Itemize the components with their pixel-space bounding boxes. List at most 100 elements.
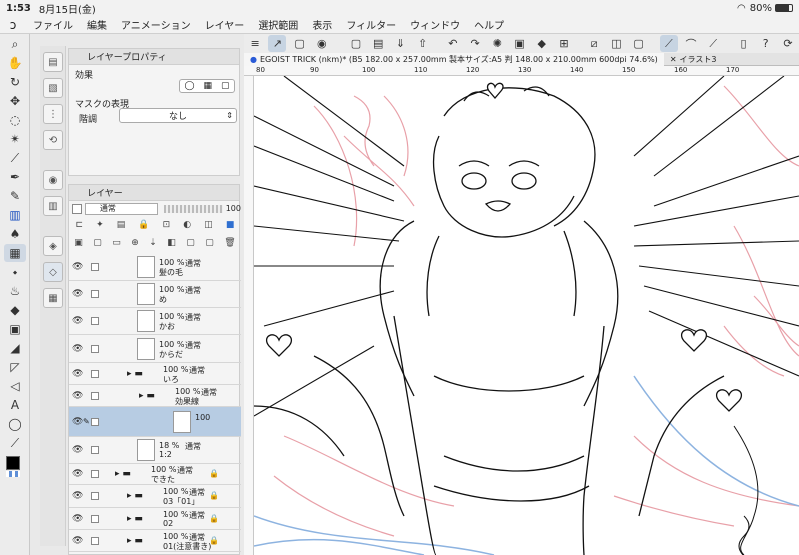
quick-access-icon[interactable]: ↗ bbox=[268, 35, 287, 52]
layer-row[interactable]: 👁 ▸ ▬ 100 % 通常 効果線 bbox=[69, 385, 241, 407]
layer-row[interactable]: 👁 ▸ ▬ 100 % 通常 できた 🔒 bbox=[69, 464, 241, 485]
text-tool-icon[interactable]: A bbox=[4, 396, 26, 414]
menu-animation[interactable]: アニメーション bbox=[114, 17, 198, 32]
menu-layer[interactable]: レイヤー bbox=[198, 17, 252, 32]
fill-tool-icon[interactable]: ♨ bbox=[4, 282, 26, 300]
undo-icon[interactable]: ↶ bbox=[444, 35, 462, 52]
menu-window[interactable]: ウィンドウ bbox=[403, 17, 467, 32]
transfer-icon[interactable]: ⇣ bbox=[149, 238, 157, 248]
line-thin-icon[interactable]: ⟋ bbox=[704, 35, 722, 52]
clip-icon[interactable]: ⊏ bbox=[76, 220, 84, 230]
visibility-eye-icon[interactable]: 👁 bbox=[72, 514, 83, 524]
lock-icon[interactable]: 🔒 bbox=[209, 536, 219, 545]
reference-icon[interactable]: ✦ bbox=[96, 220, 104, 230]
app-logo-icon[interactable]: ↄ bbox=[0, 18, 26, 32]
layer-check-box[interactable] bbox=[91, 370, 99, 378]
visibility-eye-icon[interactable]: 👁 bbox=[72, 369, 83, 379]
visibility-eye-icon[interactable]: 👁 bbox=[72, 391, 83, 401]
lasso-tool-icon[interactable]: ◌ bbox=[4, 111, 26, 129]
magic-wand-tool-icon[interactable]: ✴ bbox=[4, 130, 26, 148]
selection-frame-icon[interactable]: ▢ bbox=[630, 35, 648, 52]
move-tool-icon[interactable]: ✥ bbox=[4, 92, 26, 110]
effect-color-icon[interactable]: ▢ bbox=[221, 81, 230, 91]
effect-buttons[interactable]: ◯ ▦ ▢ bbox=[179, 79, 235, 93]
color-set-icon[interactable]: ▥ bbox=[43, 196, 63, 216]
lock-icon[interactable]: 🔒 bbox=[209, 491, 219, 500]
tone-select[interactable]: なし ⇕ bbox=[119, 108, 237, 123]
fill-icon[interactable]: ◆ bbox=[533, 35, 551, 52]
color-icon[interactable]: ■ bbox=[226, 220, 235, 230]
layer-row[interactable]: 👁 ▸ ▬ 100 % 通常 02 🔒 bbox=[69, 508, 241, 530]
visibility-eye-icon[interactable]: 👁 bbox=[72, 289, 83, 299]
opacity-slider[interactable] bbox=[163, 204, 223, 213]
layer-row[interactable]: 👁 18 % 通常 1:2 bbox=[69, 437, 241, 464]
figure-tool-icon[interactable]: ◢ bbox=[4, 339, 26, 357]
gradient-tool-icon[interactable]: ▣ bbox=[4, 320, 26, 338]
airbrush-tool-icon[interactable]: ♠ bbox=[4, 225, 26, 243]
tab-illust3[interactable]: ✕ イラスト3 bbox=[664, 53, 723, 66]
layer-color-box[interactable] bbox=[72, 203, 82, 214]
menu-help[interactable]: ヘルプ bbox=[467, 17, 511, 32]
duplicate-icon[interactable]: ▢ bbox=[205, 238, 214, 248]
sub-color-swatch[interactable] bbox=[6, 471, 20, 477]
crop-icon[interactable]: ⊞ bbox=[555, 35, 573, 52]
opacity-value[interactable]: 100 bbox=[226, 204, 241, 213]
layer-check-box[interactable] bbox=[91, 418, 99, 426]
layer-check-box[interactable] bbox=[91, 446, 99, 454]
blend-mode-select[interactable]: 通常 bbox=[84, 202, 158, 215]
material-icon[interactable]: ▦ bbox=[43, 288, 63, 308]
layer-row[interactable]: 👁 100 % 通常め bbox=[69, 281, 241, 308]
view-icon[interactable]: ◉ bbox=[313, 35, 331, 52]
export-icon[interactable]: ⇧ bbox=[414, 35, 432, 52]
lock-icon[interactable]: 🔒 bbox=[209, 514, 219, 523]
brush-size-bar-icon[interactable]: ▢ bbox=[290, 35, 308, 52]
visibility-eye-icon[interactable]: 👁 bbox=[72, 469, 83, 479]
decoration-tool-icon[interactable]: ▦ bbox=[4, 244, 26, 262]
main-color-swatch[interactable] bbox=[6, 456, 20, 470]
layer-row[interactable]: 👁 ▸ ▬ 100 % 通常 いろ bbox=[69, 363, 241, 385]
invert-selection-icon[interactable]: ◫ bbox=[607, 35, 625, 52]
balloon-tool-icon[interactable]: ◯ bbox=[4, 415, 26, 433]
line-curve-icon[interactable]: ⌒ bbox=[682, 35, 700, 52]
menu-filter[interactable]: フィルター bbox=[339, 17, 403, 32]
layer-check-box[interactable] bbox=[91, 317, 99, 325]
visibility-eye-icon[interactable]: 👁 bbox=[72, 316, 83, 326]
layer-check-box[interactable] bbox=[91, 290, 99, 298]
link-icon[interactable]: ⊕ bbox=[131, 238, 139, 248]
mask-icon[interactable]: ◐ bbox=[183, 220, 191, 230]
layer-check-box[interactable] bbox=[91, 537, 99, 545]
loading-icon[interactable]: ✺ bbox=[488, 35, 506, 52]
brush-tool-icon[interactable]: ▥ bbox=[4, 206, 26, 224]
line-correction-tool-icon[interactable]: ⟋ bbox=[4, 434, 26, 452]
new-file-icon[interactable]: ▢ bbox=[347, 35, 365, 52]
open-icon[interactable]: ▤ bbox=[369, 35, 387, 52]
brush-size-icon[interactable]: ▧ bbox=[43, 78, 63, 98]
redo-icon[interactable]: ↷ bbox=[466, 35, 484, 52]
effect-tone-icon[interactable]: ▦ bbox=[204, 81, 213, 91]
rotate-canvas-icon[interactable]: ⟳ bbox=[779, 35, 797, 52]
eraser-tool-icon[interactable]: ◆ bbox=[4, 301, 26, 319]
adjust-icon[interactable]: ⋮ bbox=[43, 104, 63, 124]
trash-icon[interactable]: 🗑 bbox=[224, 238, 235, 248]
visibility-eye-icon[interactable]: 👁 bbox=[72, 344, 83, 354]
new-raster-icon[interactable]: ▣ bbox=[74, 238, 83, 248]
tab-egoist-trick[interactable]: ● EGOIST TRICK (nkm)* (B5 182.00 x 257.0… bbox=[244, 52, 664, 66]
new-vector-icon[interactable]: ▢ bbox=[93, 238, 102, 248]
layer-palette-icon[interactable]: ◇ bbox=[43, 262, 63, 282]
layer-check-box[interactable] bbox=[91, 263, 99, 271]
device-icon[interactable]: ▯ bbox=[734, 35, 752, 52]
blend-tool-icon[interactable]: ⬩ bbox=[4, 263, 26, 281]
copy-icon[interactable]: ▢ bbox=[186, 238, 195, 248]
rotate-tool-icon[interactable]: ↻ bbox=[4, 73, 26, 91]
tool-property-icon[interactable]: ▤ bbox=[43, 52, 63, 72]
visibility-eye-icon[interactable]: 👁 bbox=[72, 262, 83, 272]
visibility-eye-icon[interactable]: 👁 bbox=[72, 417, 83, 427]
visibility-eye-icon[interactable]: 👁 bbox=[72, 536, 83, 546]
layer-row[interactable]: 👁 100 % 通常 からだ bbox=[69, 335, 241, 363]
pencil-tool-icon[interactable]: ✎ bbox=[4, 187, 26, 205]
layer-check-box[interactable] bbox=[91, 345, 99, 353]
deselect-icon[interactable]: ⧄ bbox=[585, 35, 603, 52]
tab-close-icon[interactable]: ✕ bbox=[670, 55, 677, 64]
layer-property-icon[interactable]: ◈ bbox=[43, 236, 63, 256]
color-wheel-icon[interactable]: ◉ bbox=[43, 170, 63, 190]
